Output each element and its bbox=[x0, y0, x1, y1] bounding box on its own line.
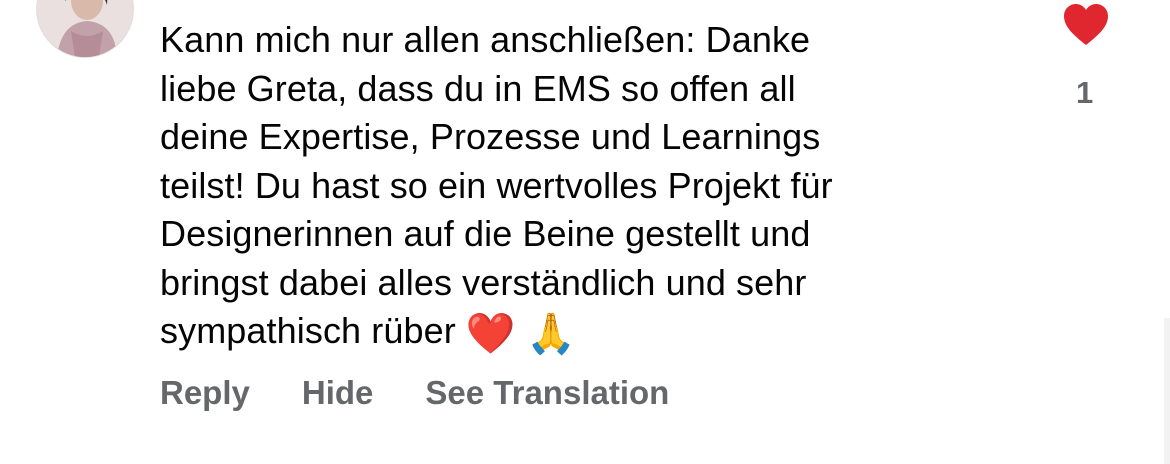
avatar[interactable] bbox=[36, 0, 134, 58]
red-heart-emoji: ❤️ bbox=[465, 311, 516, 357]
reply-button[interactable]: Reply bbox=[160, 374, 250, 412]
hide-button[interactable]: Hide bbox=[302, 374, 374, 412]
heart-icon-shape bbox=[1064, 4, 1108, 45]
scroll-edge bbox=[1164, 318, 1170, 464]
heart-icon[interactable] bbox=[1062, 3, 1110, 47]
comment-actions: Reply Hide See Translation bbox=[160, 374, 669, 412]
like-count: 1 bbox=[1076, 75, 1094, 110]
comment-body: Kann mich nur allen anschließen: Danke l… bbox=[160, 19, 833, 351]
see-translation-button[interactable]: See Translation bbox=[425, 374, 669, 412]
avatar-photo bbox=[37, 0, 133, 57]
comment-text: Kann mich nur allen anschließen: Danke l… bbox=[160, 16, 1020, 359]
folded-hands-emoji: 🙏 bbox=[525, 311, 576, 357]
